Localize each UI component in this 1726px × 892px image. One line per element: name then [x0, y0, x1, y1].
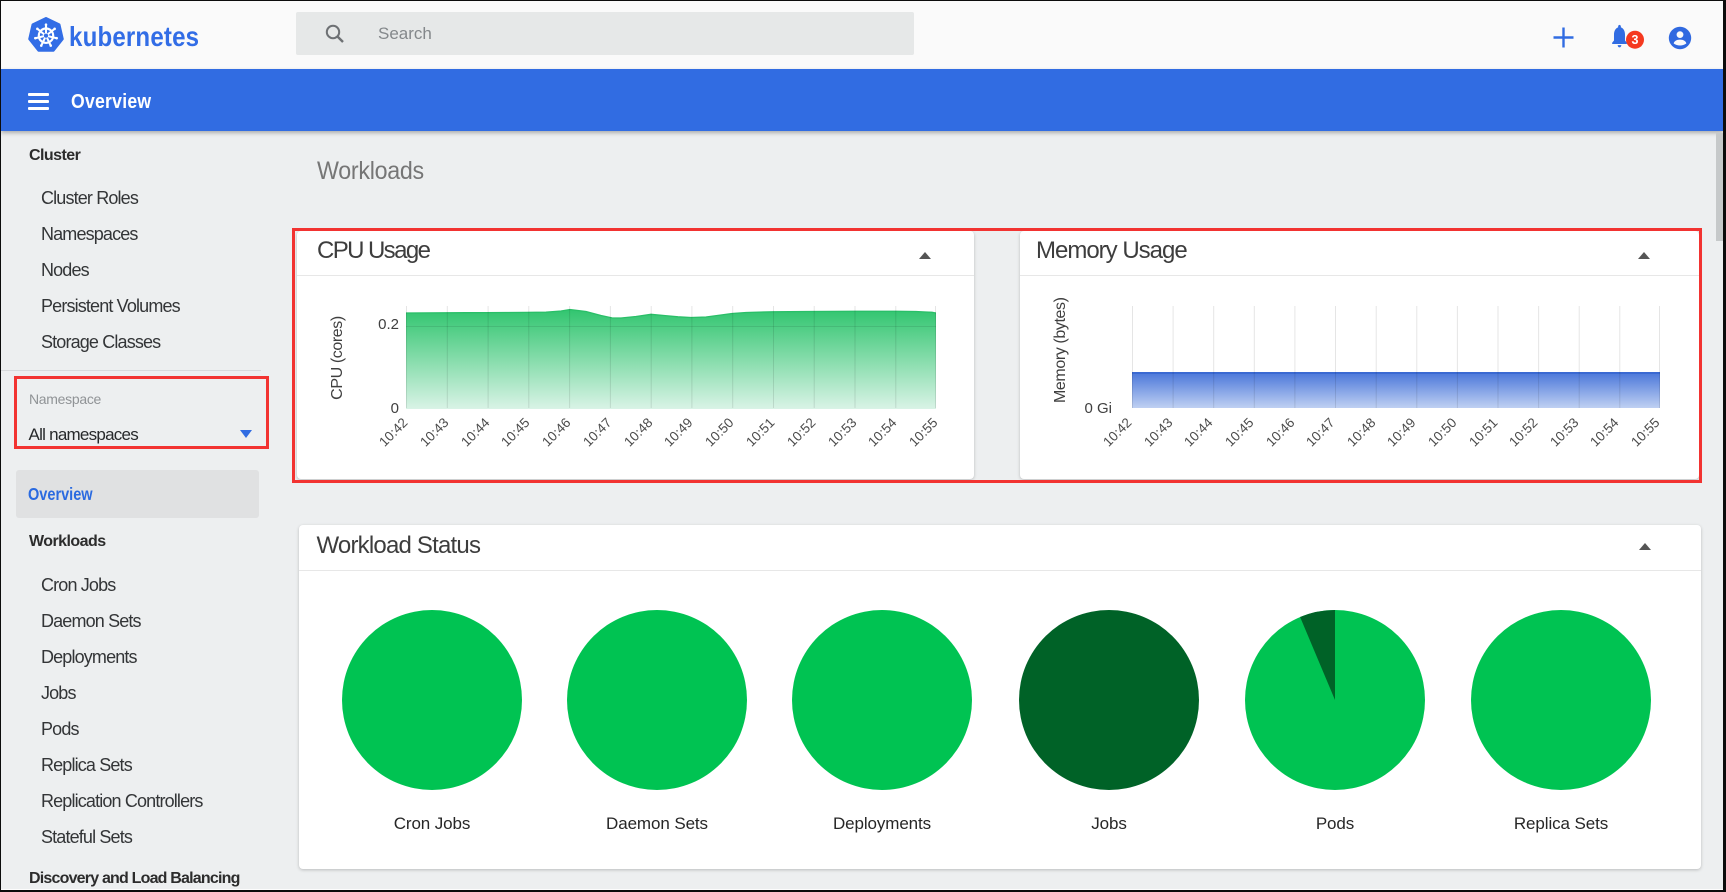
svg-text:3: 3	[1632, 33, 1639, 47]
